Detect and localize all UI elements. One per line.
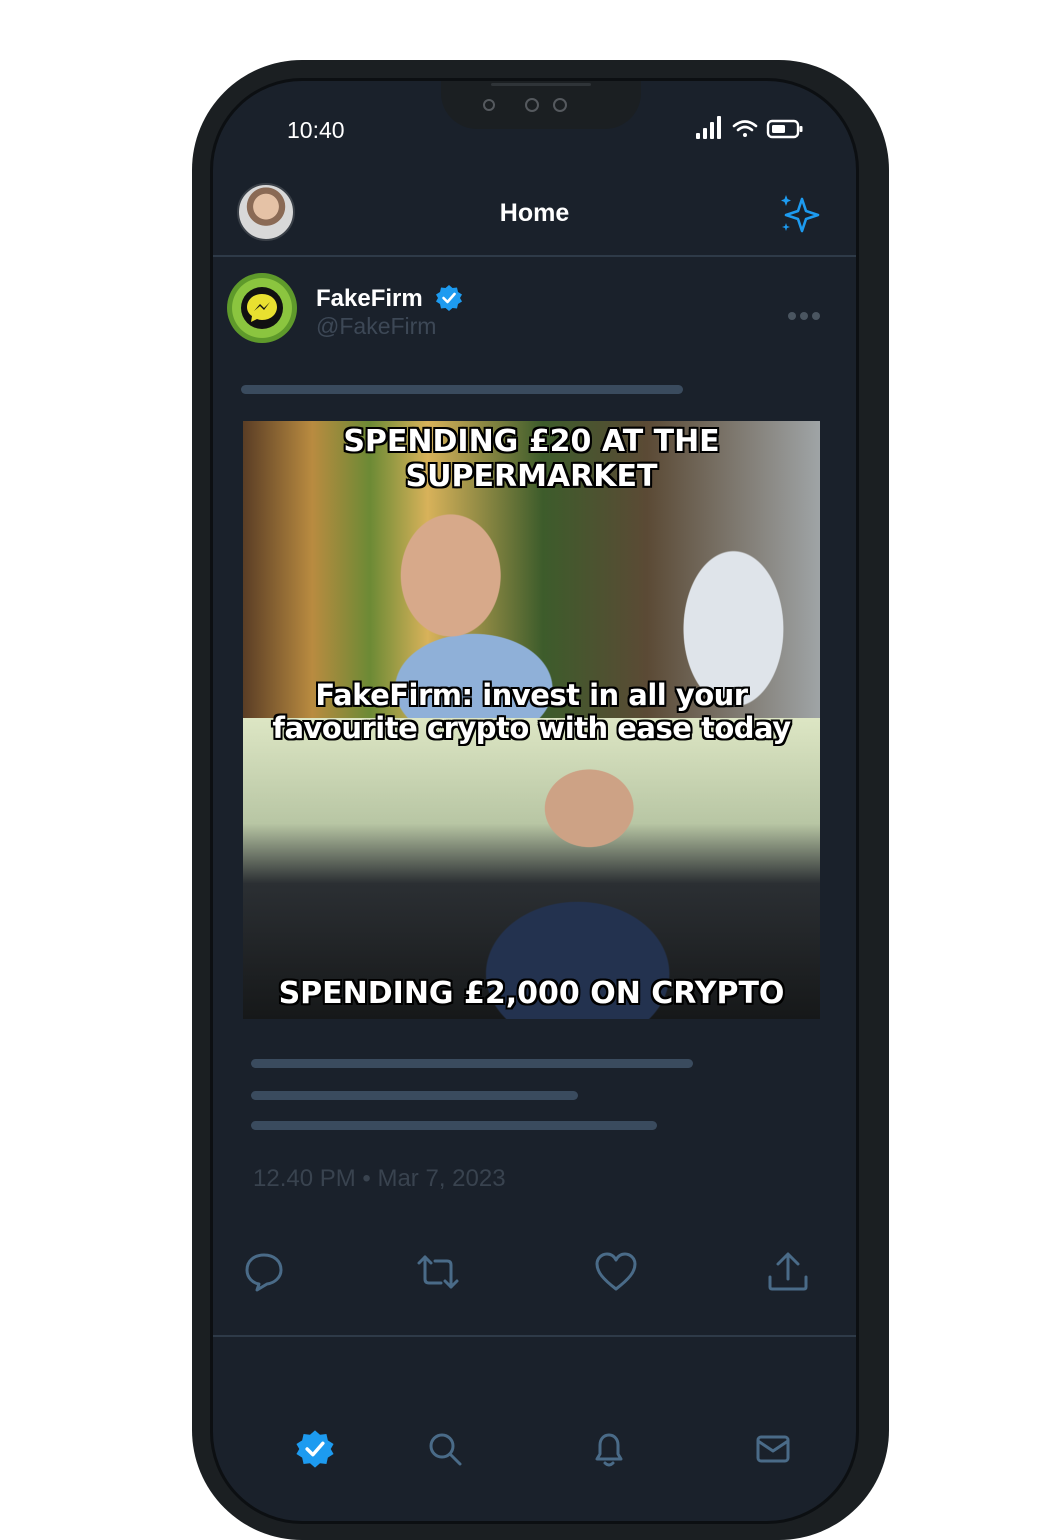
text-placeholder-line: [241, 385, 683, 394]
battery-icon: [766, 119, 803, 139]
verified-badge-icon: [435, 284, 463, 312]
sparkle-icon[interactable]: [776, 191, 826, 237]
author-name[interactable]: FakeFirm: [316, 285, 423, 313]
tweet-image[interactable]: SPENDING £20 AT THE SUPERMARKET FakeFirm…: [243, 421, 820, 1019]
search-icon[interactable]: [425, 1429, 465, 1469]
verified-home-icon[interactable]: [295, 1429, 335, 1469]
mail-icon[interactable]: [753, 1429, 793, 1469]
retweet-icon[interactable]: [415, 1249, 461, 1295]
author-logo: [241, 287, 283, 329]
text-placeholder-line: [251, 1059, 693, 1068]
meme-bottom-caption: SPENDING £2,000 ON CRYPTO: [278, 976, 785, 1011]
text-placeholder-line: [251, 1091, 578, 1100]
meme-bottom-panel: [243, 718, 820, 1019]
notch-speaker-grille: [491, 83, 591, 86]
meme-top-caption: SPENDING £20 AT THE SUPERMARKET: [343, 424, 720, 494]
author-handle[interactable]: @FakeFirm: [316, 313, 436, 340]
notch-camera-2: [553, 98, 567, 112]
more-options-icon[interactable]: [788, 307, 824, 320]
phone-notch: [441, 81, 641, 129]
page-title: Home: [499, 199, 570, 227]
notch-sensor: [483, 99, 495, 111]
author-avatar[interactable]: [227, 273, 297, 343]
heart-icon[interactable]: [593, 1249, 639, 1295]
phone-frame: 10:40 Home FakeFirm @FakeFirm SPENDING £…: [192, 60, 889, 1540]
reply-icon[interactable]: [241, 1249, 287, 1295]
phone-screen: 10:40 Home FakeFirm @FakeFirm SPENDING £…: [210, 78, 859, 1524]
wifi-icon: [732, 120, 758, 137]
text-placeholder-line: [251, 1121, 657, 1130]
header-divider: [213, 255, 856, 257]
tweet-timestamp[interactable]: 12.40 PM • Mar 7, 2023: [253, 1165, 506, 1193]
share-icon[interactable]: [765, 1249, 811, 1295]
bell-icon[interactable]: [589, 1429, 629, 1469]
signal-icon: [696, 116, 721, 139]
status-time: 10:40: [287, 117, 345, 143]
meme-middle-caption: FakeFirm: invest in all your favourite c…: [272, 678, 791, 746]
status-icons: [696, 113, 806, 141]
tabbar-divider: [213, 1335, 856, 1337]
notch-camera: [525, 98, 539, 112]
